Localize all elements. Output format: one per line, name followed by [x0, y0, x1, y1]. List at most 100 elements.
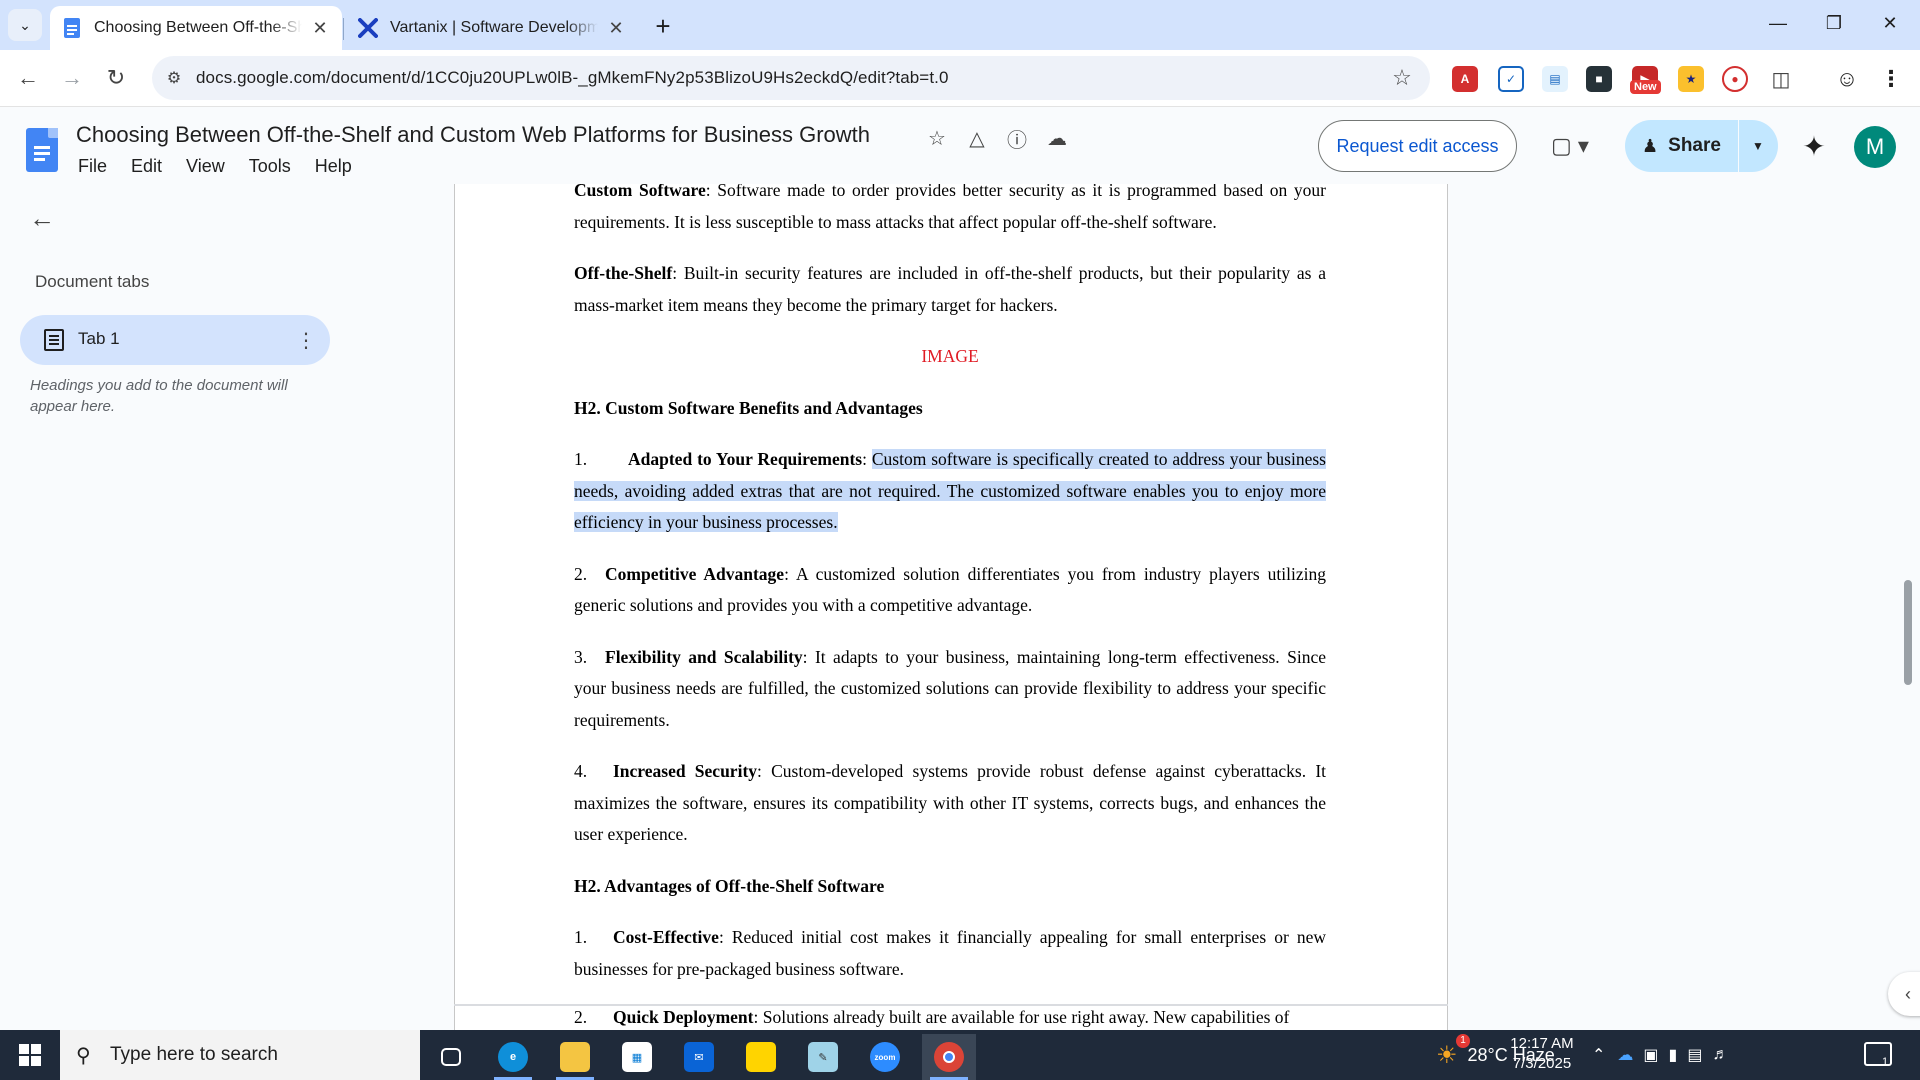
close-outline-arrow-icon[interactable]: ←: [24, 200, 60, 236]
list-item: 2. Quick Deployment: Solutions already bu…: [574, 1007, 1290, 1027]
task-view-icon[interactable]: [424, 1034, 478, 1080]
list-item: 4. Increased Security: Custom-developed s…: [574, 761, 1327, 844]
close-tab-icon[interactable]: ✕: [606, 18, 626, 38]
bookmark-star-icon[interactable]: ☆: [1388, 64, 1416, 92]
forward-arrow-icon[interactable]: →: [52, 58, 92, 98]
gemini-sparkle-icon[interactable]: ✦: [1796, 128, 1832, 164]
document-tabs-heading: Document tabs: [35, 272, 150, 291]
document-tab-1[interactable]: Tab 1 ⋮: [20, 315, 330, 365]
heading-off-the-shelf-advantages: H2. Advantages of Off-the-Shelf Software: [574, 875, 885, 896]
clock-date: 7/3/2025: [1512, 1055, 1572, 1072]
site-info-tune-icon[interactable]: ⚙: [160, 64, 188, 92]
document-page-2[interactable]: 2. Quick Deployment: Solutions already bu…: [454, 1006, 1448, 1030]
google-docs-icon: [62, 18, 82, 38]
browser-tab-google-docs[interactable]: Choosing Between Off-the-Shelf and Custo…: [50, 6, 342, 50]
share-button-group: ♟ Share ▼: [1625, 120, 1778, 172]
document-page[interactable]: Custom Software: Software made to order …: [454, 184, 1448, 1006]
weather-alert-badge: 1: [1456, 1034, 1470, 1048]
volume-icon[interactable]: ♬: [1712, 1046, 1728, 1064]
back-arrow-icon[interactable]: ←: [8, 58, 48, 98]
extensions-puzzle-icon[interactable]: ◫: [1768, 66, 1794, 92]
taskbar-search-box[interactable]: ⚲ Type here to search: [60, 1030, 420, 1080]
menu-file[interactable]: File: [70, 154, 115, 179]
meet-camera-dropdown-icon[interactable]: ▢​ ▾: [1540, 128, 1600, 164]
onedrive-cloud-icon[interactable]: ☁: [1617, 1045, 1633, 1065]
edge-browser-icon[interactable]: e: [486, 1034, 540, 1080]
chrome-menu-icon[interactable]: ⋮: [1878, 66, 1904, 92]
menu-edit[interactable]: Edit: [123, 154, 170, 179]
windows-taskbar: ⚲ Type here to search e ▦ ✉ ✎ zoom ☀ 28°…: [0, 1030, 1920, 1080]
windows-start-icon[interactable]: [0, 1030, 60, 1080]
system-tray: ⌃ ☁ ▣ ▮ ▤ ♬: [1592, 1030, 1728, 1080]
minimize-window-icon[interactable]: —: [1750, 0, 1806, 46]
cloud-saved-icon[interactable]: ☁: [1043, 124, 1071, 152]
request-edit-access-button[interactable]: Request edit access: [1318, 120, 1517, 172]
sticky-notes-icon[interactable]: [734, 1034, 788, 1080]
notepad-icon[interactable]: ✎: [796, 1034, 850, 1080]
menu-tools[interactable]: Tools: [241, 154, 299, 179]
mail-icon[interactable]: ✉: [672, 1034, 726, 1080]
microsoft-store-icon[interactable]: ▦: [610, 1034, 664, 1080]
url-text[interactable]: docs.google.com/document/d/1CC0ju20UPLw0…: [196, 68, 949, 88]
file-explorer-icon[interactable]: [548, 1034, 602, 1080]
docs-menu-bar: File Edit View Tools Help: [70, 154, 368, 179]
chrome-icon[interactable]: [922, 1034, 976, 1080]
document-extension-icon[interactable]: ▤: [1542, 66, 1568, 92]
docs-header: Choosing Between Off-the-Shelf and Custo…: [0, 108, 1920, 184]
close-window-icon[interactable]: ✕: [1862, 0, 1918, 46]
tab-title: Vartanix | Software Development: [390, 19, 598, 36]
share-button[interactable]: ♟ Share: [1625, 120, 1739, 172]
close-tab-icon[interactable]: ✕: [310, 18, 330, 38]
image-placeholder-text: IMAGE: [921, 346, 979, 366]
profile-icon[interactable]: ☺: [1834, 66, 1860, 92]
list-item: 3. Flexibility and Scalability: It adapts…: [574, 646, 1326, 730]
pdf-extension-icon[interactable]: A: [1452, 66, 1478, 92]
zoom-icon[interactable]: zoom: [858, 1034, 912, 1080]
heading-custom-benefits: H2. Custom Software Benefits and Advanta…: [574, 397, 923, 418]
browser-tab-strip: ⌄ Choosing Between Off-the-Shelf and Cus…: [0, 0, 1920, 50]
menu-help[interactable]: Help: [307, 154, 360, 179]
document-title[interactable]: Choosing Between Off-the-Shelf and Custo…: [76, 122, 870, 148]
document-body-page-2[interactable]: 2. Quick Deployment: Solutions already bu…: [574, 1006, 1326, 1030]
ticket-extension-icon[interactable]: ★: [1678, 66, 1704, 92]
list-item: 1. Adapted to Your Requirements: Custom s…: [574, 449, 1326, 532]
google-docs-logo-icon[interactable]: [26, 128, 58, 172]
side-panel-expand-chevron-icon[interactable]: ‹: [1888, 972, 1920, 1016]
share-dropdown-chevron-icon[interactable]: ▼: [1739, 120, 1777, 172]
tab-more-options-icon[interactable]: ⋮: [296, 327, 316, 353]
document-tab-icon: [44, 329, 64, 351]
tab-separator: [343, 18, 344, 40]
shield-extension-icon[interactable]: ✓: [1498, 66, 1524, 92]
people-icon: ♟: [1642, 135, 1659, 156]
browser-tab-vartanix[interactable]: Vartanix | Software Development ✕: [346, 6, 638, 50]
notification-count-badge: 1: [1882, 1056, 1889, 1068]
avatar[interactable]: M: [1854, 126, 1896, 168]
pokeball-extension-icon[interactable]: ●: [1722, 66, 1748, 92]
taskbar-clock[interactable]: 12:17 AM 7/3/2025: [1486, 1034, 1598, 1074]
tab-title: Choosing Between Off-the-Shelf and Custo…: [94, 19, 302, 36]
taskbar-search-placeholder: Type here to search: [110, 1044, 278, 1065]
folder-extension-icon[interactable]: ■: [1586, 66, 1612, 92]
list-item: 1. Cost-Effective: Reduced initial cost m…: [574, 927, 1326, 979]
document-scrollbar-thumb[interactable]: [1904, 580, 1912, 685]
headings-hint-text: Headings you add to the document will ap…: [30, 377, 288, 415]
weather-sun-icon: ☀: [1436, 1041, 1458, 1069]
star-icon[interactable]: ☆: [923, 124, 951, 152]
list-item: 2. Competitive Advantage: A customized so…: [574, 563, 1326, 616]
network-icon[interactable]: ▤: [1687, 1045, 1702, 1065]
battery-icon[interactable]: ▮: [1669, 1045, 1678, 1065]
address-bar[interactable]: ⚙ docs.google.com/document/d/1CC0ju20UPL…: [152, 56, 1430, 100]
new-tab-plus-icon[interactable]: +: [648, 11, 678, 41]
document-body[interactable]: Custom Software: Software made to order …: [574, 184, 1326, 985]
reload-icon[interactable]: ↻: [96, 58, 136, 98]
vartanix-x-icon: [358, 18, 378, 38]
tab-search-chevron-icon[interactable]: ⌄: [8, 9, 42, 41]
document-tab-label: Tab 1: [78, 329, 120, 348]
search-icon: ⚲: [76, 1044, 91, 1067]
move-to-drive-icon[interactable]: △: [963, 124, 991, 152]
security-icon[interactable]: ▣: [1643, 1045, 1658, 1065]
browser-toolbar: ← → ↻ ⚙ docs.google.com/document/d/1CC0j…: [0, 50, 1920, 107]
info-icon[interactable]: ⓘ: [1003, 124, 1031, 152]
menu-view[interactable]: View: [178, 154, 233, 179]
restore-window-icon[interactable]: ❐: [1806, 0, 1862, 46]
